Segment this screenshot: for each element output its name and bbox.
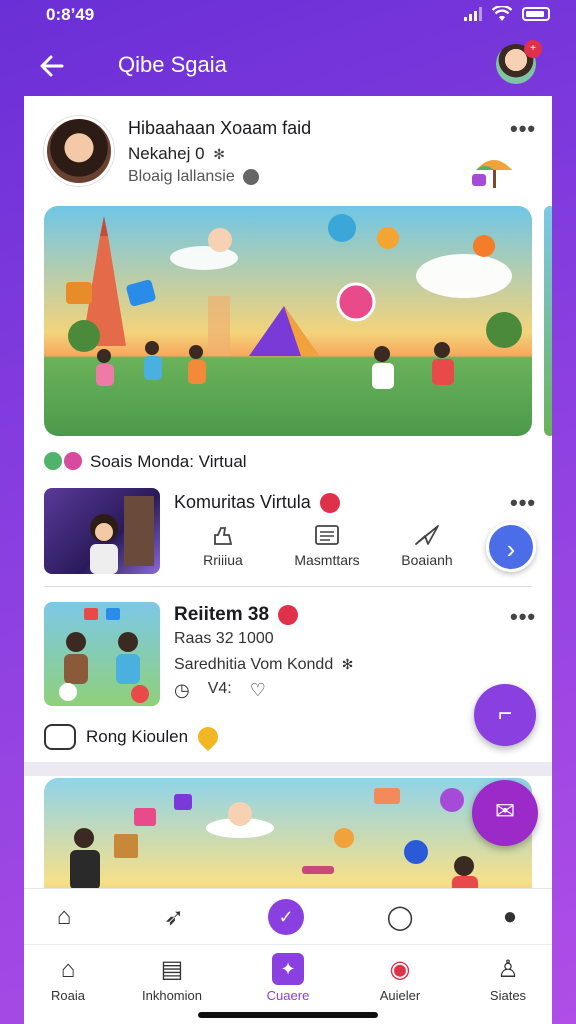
person-icon: ♙ [497, 956, 519, 983]
feed: Hibaahaan Xoaam faid Nekahej 0 ✻ Bloaig … [24, 96, 552, 890]
tab-notifications[interactable]: ◉ Auieler [350, 953, 450, 1005]
app-header: Qibe Sgaia + [0, 36, 576, 96]
home-icon[interactable]: ⌂ [44, 903, 84, 931]
compose-button[interactable]: ⌐ [474, 684, 536, 746]
card2-title[interactable]: Reiitem 38 [174, 604, 299, 626]
share-label: Boaianh [401, 552, 453, 568]
tab-information[interactable]: ▤ Inkhomion [122, 953, 222, 1005]
profile-avatar[interactable] [44, 116, 114, 186]
tab-create[interactable]: ✦ Cuaere [238, 953, 338, 1005]
card2-actions: ◷ V4: ♡ [174, 680, 266, 701]
banner-illustration [66, 214, 522, 389]
status-time: 0:8ʼ49 [46, 5, 95, 24]
event-banner-image[interactable] [44, 778, 532, 890]
section-separator [24, 762, 552, 776]
profile-header: Hibaahaan Xoaam faid Nekahej 0 ✻ Bloaig … [24, 96, 552, 204]
card1-thumbnail-art [90, 496, 154, 574]
home-icon: ⌂ [60, 956, 76, 983]
comment-label: Masmttars [294, 552, 360, 568]
tab-information-label: Inkhomion [142, 988, 202, 1003]
card2-meta: Saredhitia Vom Kondd ✻ [174, 656, 353, 674]
card1-title-text: Komuritas Virtula [174, 492, 311, 512]
more-icon[interactable]: ••• [510, 116, 536, 142]
check-circle-icon[interactable]: ✓ [268, 899, 304, 935]
back-button[interactable] [34, 48, 70, 84]
pin-icon [193, 722, 223, 752]
tab-profile-label: Siates [489, 988, 527, 1003]
create-icon: ✦ [272, 953, 304, 985]
notification-icon: ◉ [389, 956, 411, 983]
umbrella-icon [472, 160, 512, 188]
clock-icon[interactable]: ◷ [174, 680, 190, 701]
tab-create-label: Cuaere [266, 988, 310, 1003]
next-banner-preview[interactable] [544, 206, 552, 436]
like-icon [178, 524, 268, 552]
divider [44, 586, 532, 587]
event-banner-illustration [70, 788, 478, 890]
compass-icon[interactable]: ➶ [154, 903, 194, 932]
tab-notifications-label: Auieler [379, 988, 421, 1003]
location-icon [243, 168, 260, 185]
share-button[interactable]: Boaianh [382, 524, 472, 568]
comment-button[interactable]: Masmttars [282, 524, 372, 568]
card2-title-text: Reiitem 38 [174, 604, 270, 625]
notification-badge: + [524, 40, 542, 58]
like-label: Rriiiua [203, 552, 243, 568]
community-banner-image[interactable] [44, 206, 532, 436]
card1-thumbnail[interactable] [44, 488, 160, 574]
tag-icon [319, 493, 340, 514]
heart-icon[interactable]: ♡ [250, 680, 266, 701]
wifi-icon [492, 6, 512, 21]
action-bar: ⌂ ➶ ✓ ◯ ● [24, 888, 552, 944]
card1-title[interactable]: Komuritas Virtula [174, 492, 340, 514]
badge-green-icon [44, 452, 62, 470]
profile-meta: Bloaig lallansie [128, 168, 260, 186]
section-title: Soais Monda: Virtual [90, 452, 247, 471]
share-icon [382, 524, 472, 552]
ring-label: Rong Kioulen [86, 727, 189, 746]
status-bar: 0:8ʼ49 [0, 0, 576, 32]
battery-icon [522, 7, 550, 21]
badge-pink-icon [64, 452, 82, 470]
chat-icon[interactable]: ◯ [380, 903, 420, 932]
signal-icon [464, 7, 482, 21]
tag-icon [278, 604, 299, 625]
profile-subtitle-text: Nekahej 0 [128, 144, 205, 163]
card2-meta-text: Saredhitia Vom Kondd [174, 656, 334, 673]
ring-icon [44, 724, 76, 750]
profile-subtitle: Nekahej 0 ✻ [128, 144, 225, 164]
card2-thumbnail-art [59, 608, 149, 703]
profile-icon[interactable]: ● [490, 903, 530, 931]
card2-subtitle: Raas 32 1000 [174, 630, 274, 647]
card1-more-icon[interactable]: ••• [510, 490, 536, 516]
section-icons [44, 452, 82, 470]
card2-more-icon[interactable]: ••• [510, 604, 536, 630]
comment-icon [282, 524, 372, 552]
card2-thumbnail[interactable] [44, 602, 160, 706]
tab-home[interactable]: ⌂ Roaia [18, 953, 118, 1005]
megaphone-icon: ✉ [494, 798, 516, 825]
chevron-right-icon: › [506, 534, 516, 564]
status-icons [464, 6, 550, 22]
next-button[interactable]: › [486, 522, 536, 572]
arrow-left-icon [40, 55, 64, 77]
home-indicator[interactable] [198, 1012, 378, 1018]
document-icon: ▤ [160, 956, 184, 983]
sparkle-icon: ✻ [341, 656, 354, 672]
app-title: Qibe Sgaia [118, 52, 227, 77]
ring-row[interactable]: Rong Kioulen [44, 722, 223, 752]
tab-profile[interactable]: ♙ Siates [458, 953, 558, 1005]
profile-meta-text: Bloaig lallansie [128, 168, 235, 185]
sparkle-icon: ✻ [213, 146, 226, 162]
card2-counter: V4: [207, 680, 232, 697]
create-event-button[interactable]: ✉ [472, 780, 538, 846]
compose-icon: ⌐ [497, 700, 512, 727]
tab-home-label: Roaia [51, 988, 85, 1003]
profile-name[interactable]: Hibaahaan Xoaam faid [128, 118, 311, 139]
like-button[interactable]: Rriiiua [178, 524, 268, 568]
